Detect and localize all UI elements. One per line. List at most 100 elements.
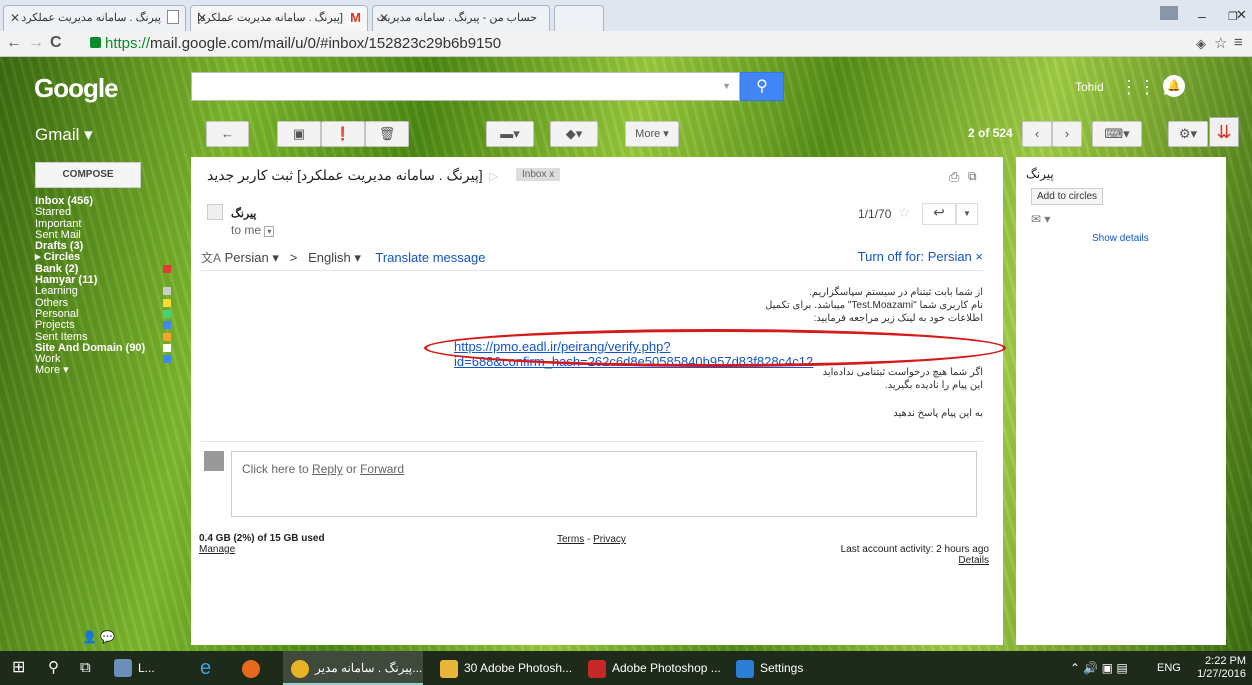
trash-icon: 🗑 xyxy=(378,126,396,141)
reload-icon[interactable]: C xyxy=(50,34,62,52)
taskbar-app-chrome[interactable]: پیرنگ . سامانه مدیر... xyxy=(283,651,423,685)
newer-button[interactable]: ‹ xyxy=(1022,121,1052,147)
task-view-icon[interactable]: ⧉ xyxy=(80,651,91,685)
sidebar-item-label: Sent Items xyxy=(35,330,88,343)
keyboard-icon: ⌨▾ xyxy=(1104,126,1130,141)
profile-icon[interactable] xyxy=(1160,6,1178,20)
browser-tab[interactable]: ✕ پیرنگ . سامانه مدیریت عملکرد xyxy=(3,5,186,31)
details-dropdown-icon[interactable]: ▾ xyxy=(264,226,275,237)
url-field[interactable]: https://mail.google.com/mail/u/0/#inbox/… xyxy=(90,34,1170,54)
label-color-swatch[interactable] xyxy=(163,321,171,330)
clock[interactable]: 2:22 PM 1/27/2016 xyxy=(1194,651,1246,685)
close-tab-icon[interactable]: ✕ xyxy=(197,11,207,25)
menu-icon[interactable]: ≡ xyxy=(1234,34,1243,51)
search-icon[interactable]: ⚲ xyxy=(48,651,59,685)
back-arrow-icon[interactable]: ← xyxy=(6,34,22,52)
new-tab-button[interactable] xyxy=(554,5,604,31)
manage-storage-link[interactable]: Manage xyxy=(199,544,235,555)
taskbar-app[interactable]: Settings xyxy=(728,651,828,685)
sidebar-item[interactable]: More ▾ xyxy=(35,365,175,376)
taskbar-app-label: 30 Adobe Photosh... xyxy=(464,661,573,675)
label-color-swatch[interactable] xyxy=(163,355,171,364)
forward-link[interactable]: Forward xyxy=(360,462,404,476)
input-tools-button[interactable]: ⌨▾ xyxy=(1092,121,1142,147)
more-button[interactable]: More ▾ xyxy=(625,121,679,147)
label-color-swatch[interactable] xyxy=(163,309,171,318)
close-tab-icon[interactable]: ✕ xyxy=(379,11,389,25)
show-details-link[interactable]: Show details xyxy=(1092,233,1149,244)
reply-button[interactable]: ↩ xyxy=(922,203,956,225)
source-language-select[interactable]: Persian ▾ xyxy=(225,250,279,265)
print-icon[interactable]: ⎙ xyxy=(949,169,959,185)
sender-avatar[interactable] xyxy=(207,204,223,220)
turn-off-translation-link[interactable]: Turn off for: Persian × xyxy=(858,249,983,264)
label-color-swatch[interactable] xyxy=(163,332,171,341)
edge-icon[interactable]: e xyxy=(200,651,211,685)
browser-tab[interactable]: ✕ حساب من - پیرنگ . سامانه مدیریت xyxy=(372,5,550,31)
taskbar-app[interactable]: L... xyxy=(108,651,188,685)
red-highlight-ellipse xyxy=(424,329,1006,367)
privacy-link[interactable]: Privacy xyxy=(593,534,626,545)
notifications-bell-icon[interactable]: 🔔 xyxy=(1163,75,1185,97)
extension-icon[interactable]: ◈ xyxy=(1196,36,1206,52)
body-line: اطلاعات خود به لینک زیر مراجعه فرمایید: xyxy=(813,313,983,324)
activity-details-link[interactable]: Details xyxy=(958,555,989,566)
chevron-left-icon: ‹ xyxy=(1034,126,1040,141)
lock-icon xyxy=(90,37,101,48)
label-color-swatch[interactable] xyxy=(163,343,171,352)
reply-link[interactable]: Reply xyxy=(312,462,343,476)
sidebar-item-label: Projects xyxy=(35,319,75,332)
settings-button[interactable]: ⚙▾ xyxy=(1168,121,1208,147)
close-tab-icon[interactable]: ✕ xyxy=(10,11,20,25)
taskbar-app[interactable]: 30 Adobe Photosh... xyxy=(432,651,572,685)
archive-button[interactable]: ▣ xyxy=(277,121,321,147)
bookmark-star-icon[interactable]: ☆ xyxy=(1214,34,1227,52)
sidebar-item-label: Work xyxy=(35,353,61,366)
input-language[interactable]: ENG xyxy=(1157,651,1181,685)
user-name[interactable]: Tohid xyxy=(1075,80,1104,94)
extension-down-arrows-icon[interactable]: ⇊ xyxy=(1209,117,1239,147)
taskbar-app[interactable]: Adobe Photoshop ... xyxy=(580,651,721,685)
label-color-swatch[interactable] xyxy=(163,264,171,273)
chevron-right-icon: › xyxy=(1064,126,1070,141)
target-language-select[interactable]: English ▾ xyxy=(308,250,361,265)
close-window-icon[interactable]: ✕ xyxy=(1236,7,1247,23)
labels-button[interactable]: ◆▾ xyxy=(550,121,598,147)
star-icon[interactable]: ☆ xyxy=(898,204,911,221)
label-list: Inbox (456) Starred Important Sent Mail Draf… xyxy=(35,196,175,377)
terms-link[interactable]: Terms xyxy=(557,534,584,545)
reply-box[interactable]: Click here to Reply or Forward xyxy=(231,451,977,517)
sender-name[interactable]: پیرنگ xyxy=(231,207,256,220)
back-to-inbox-button[interactable]: ← xyxy=(206,121,249,147)
compose-button[interactable]: COMPOSE xyxy=(35,162,141,188)
search-input[interactable]: ▼ xyxy=(191,72,740,101)
forward-arrow-icon[interactable]: → xyxy=(28,34,44,52)
more-actions-button[interactable]: ▼ xyxy=(956,203,978,225)
minimize-icon[interactable]: – xyxy=(1198,8,1206,24)
older-button[interactable]: › xyxy=(1052,121,1082,147)
chevron-down-icon[interactable]: ▼ xyxy=(722,81,731,91)
email-envelope-icon[interactable]: ✉ ▾ xyxy=(1031,212,1050,226)
add-to-circles-button[interactable]: Add to circles xyxy=(1031,188,1104,205)
firefox-icon[interactable] xyxy=(242,651,266,685)
move-to-button[interactable]: ▬▾ xyxy=(486,121,534,147)
recipient-line[interactable]: to me ▾ xyxy=(231,223,275,237)
browser-tab-active[interactable]: ✕ M [پیرنگ . سامانه مدیریت عملکرد] xyxy=(190,5,368,31)
inbox-label-chip[interactable]: Inbox x xyxy=(516,168,561,181)
gmail-menu[interactable]: Gmail ▾ xyxy=(35,125,93,145)
search-button[interactable]: ⚲ xyxy=(740,72,784,101)
importance-marker-icon[interactable]: ▷ xyxy=(489,169,498,183)
chrome-icon xyxy=(291,659,309,678)
delete-button[interactable]: 🗑 xyxy=(365,121,409,147)
report-spam-button[interactable]: ❗ xyxy=(321,121,365,147)
sidebar-item-label: Sent Mail xyxy=(35,228,81,241)
translate-message-link[interactable]: Translate message xyxy=(375,250,485,265)
label-color-swatch[interactable] xyxy=(163,287,171,296)
label-color-swatch[interactable] xyxy=(163,298,171,307)
back-arrow-icon: ← xyxy=(221,126,234,141)
new-window-icon[interactable]: ⧉ xyxy=(968,169,977,184)
hangouts-icons[interactable]: 👤 💬 xyxy=(82,630,115,644)
google-logo[interactable]: Google xyxy=(34,73,119,104)
windows-start-icon[interactable]: ⊞ xyxy=(12,651,25,685)
system-tray-icons[interactable]: ⌃ 🔊 ▣ ▤ xyxy=(1070,651,1128,685)
